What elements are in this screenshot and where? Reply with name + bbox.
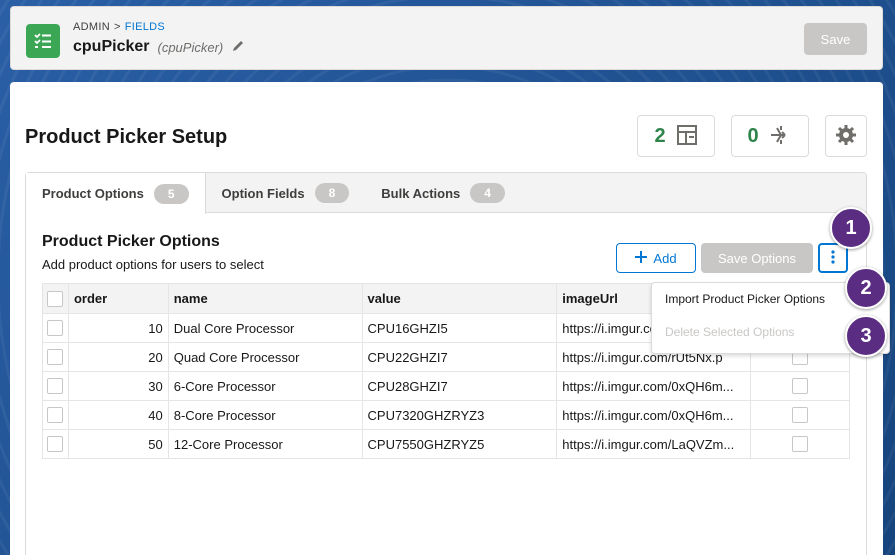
cell-value[interactable]: CPU7320GHZRYZ3 [361, 400, 558, 430]
table-row: 30 6-Core Processor CPU28GHZI7 https://i… [42, 371, 850, 401]
cell-name[interactable]: 12-Core Processor [167, 429, 363, 459]
tab-bar: Product Options 5 Option Fields 8 Bulk A… [26, 173, 866, 214]
settings-button[interactable] [825, 115, 867, 157]
pencil-icon[interactable] [231, 39, 245, 56]
cell-imageurl[interactable]: https://i.imgur.com/0xQH6m... [556, 371, 752, 401]
column-header-name[interactable]: name [167, 283, 363, 314]
cell-order[interactable]: 20 [67, 342, 169, 372]
section-title: Product Picker Options [42, 233, 220, 250]
breadcrumb: ADMIN > FIELDS [73, 21, 165, 33]
page-header: ADMIN > FIELDS cpuPicker (cpuPicker) Save [10, 6, 883, 70]
tabset: Product Options 5 Option Fields 8 Bulk A… [25, 172, 867, 555]
cell-value[interactable]: CPU22GHZI7 [361, 342, 558, 372]
tab-product-options[interactable]: Product Options 5 [26, 173, 206, 214]
page-title: cpuPicker [73, 38, 150, 55]
breadcrumb-fields-link[interactable]: FIELDS [125, 21, 165, 33]
cell-value[interactable]: CPU16GHZI5 [361, 313, 558, 343]
layout-count-button[interactable]: 2 [637, 115, 715, 157]
vertical-dots-icon [831, 249, 835, 267]
tab-count-badge: 5 [153, 183, 189, 204]
select-all-checkbox[interactable] [47, 290, 64, 307]
column-header-order[interactable]: order [67, 283, 169, 314]
tab-label: Bulk Actions [381, 185, 461, 201]
cell-name[interactable]: Dual Core Processor [167, 313, 363, 343]
cell-name[interactable]: 6-Core Processor [167, 371, 363, 401]
api-name: (cpuPicker) [157, 39, 224, 55]
breadcrumb-separator: > [113, 21, 121, 33]
plus-icon [635, 250, 648, 266]
add-button-label: Add [653, 250, 677, 266]
list-check-icon [26, 24, 60, 58]
cell-order[interactable]: 10 [67, 313, 169, 343]
menu-item-delete-selected[interactable]: Delete Selected Options [665, 325, 794, 339]
cell-order[interactable]: 50 [67, 429, 169, 459]
tab-bulk-actions[interactable]: Bulk Actions 4 [365, 173, 521, 213]
row-checkbox[interactable] [47, 378, 64, 395]
row-checkbox[interactable] [47, 407, 64, 424]
tab-option-fields[interactable]: Option Fields 8 [206, 173, 366, 213]
gear-icon [835, 124, 857, 149]
table-row: 40 8-Core Processor CPU7320GHZRYZ3 https… [42, 400, 850, 430]
row-checkbox[interactable] [47, 320, 64, 337]
save-options-button[interactable]: Save Options [701, 243, 813, 273]
callout-marker-2: 2 [845, 267, 887, 309]
column-header-value[interactable]: value [361, 283, 558, 314]
row-checkbox[interactable] [47, 436, 64, 453]
save-button[interactable]: Save [804, 23, 867, 55]
row-flag-checkbox[interactable] [792, 436, 809, 453]
callout-marker-1: 1 [830, 207, 872, 249]
layout-count: 2 [654, 124, 666, 147]
layout-icon [676, 124, 698, 149]
tab-count-badge: 8 [314, 183, 350, 203]
tab-count-badge: 4 [470, 183, 505, 203]
menu-item-import[interactable]: Import Product Picker Options [665, 292, 825, 306]
cell-order[interactable]: 30 [67, 371, 169, 401]
cell-imageurl[interactable]: https://i.imgur.com/LaQVZm... [556, 429, 752, 459]
tab-label: Product Options [42, 186, 144, 201]
flow-icon [769, 124, 793, 149]
cell-imageurl[interactable]: https://i.imgur.com/0xQH6m... [556, 400, 752, 430]
cell-name[interactable]: 8-Core Processor [167, 400, 363, 430]
cell-name[interactable]: Quad Core Processor [167, 342, 363, 372]
breadcrumb-root: ADMIN [73, 21, 110, 33]
flow-count-button[interactable]: 0 [731, 115, 809, 157]
row-flag-checkbox[interactable] [792, 378, 809, 395]
table-row: 50 12-Core Processor CPU7550GHZRYZ5 http… [42, 429, 850, 459]
row-checkbox[interactable] [47, 349, 64, 366]
cell-value[interactable]: CPU28GHZI7 [361, 371, 558, 401]
flow-count: 0 [747, 124, 759, 147]
tab-label: Option Fields [221, 185, 305, 201]
row-flag-checkbox[interactable] [792, 407, 809, 424]
setup-title: Product Picker Setup [25, 126, 228, 148]
callout-marker-3: 3 [845, 315, 887, 357]
cell-order[interactable]: 40 [67, 400, 169, 430]
select-all-cell [42, 283, 69, 314]
cell-value[interactable]: CPU7550GHZRYZ5 [361, 429, 558, 459]
section-subtitle: Add product options for users to select [42, 257, 264, 272]
add-button[interactable]: Add [616, 243, 696, 273]
